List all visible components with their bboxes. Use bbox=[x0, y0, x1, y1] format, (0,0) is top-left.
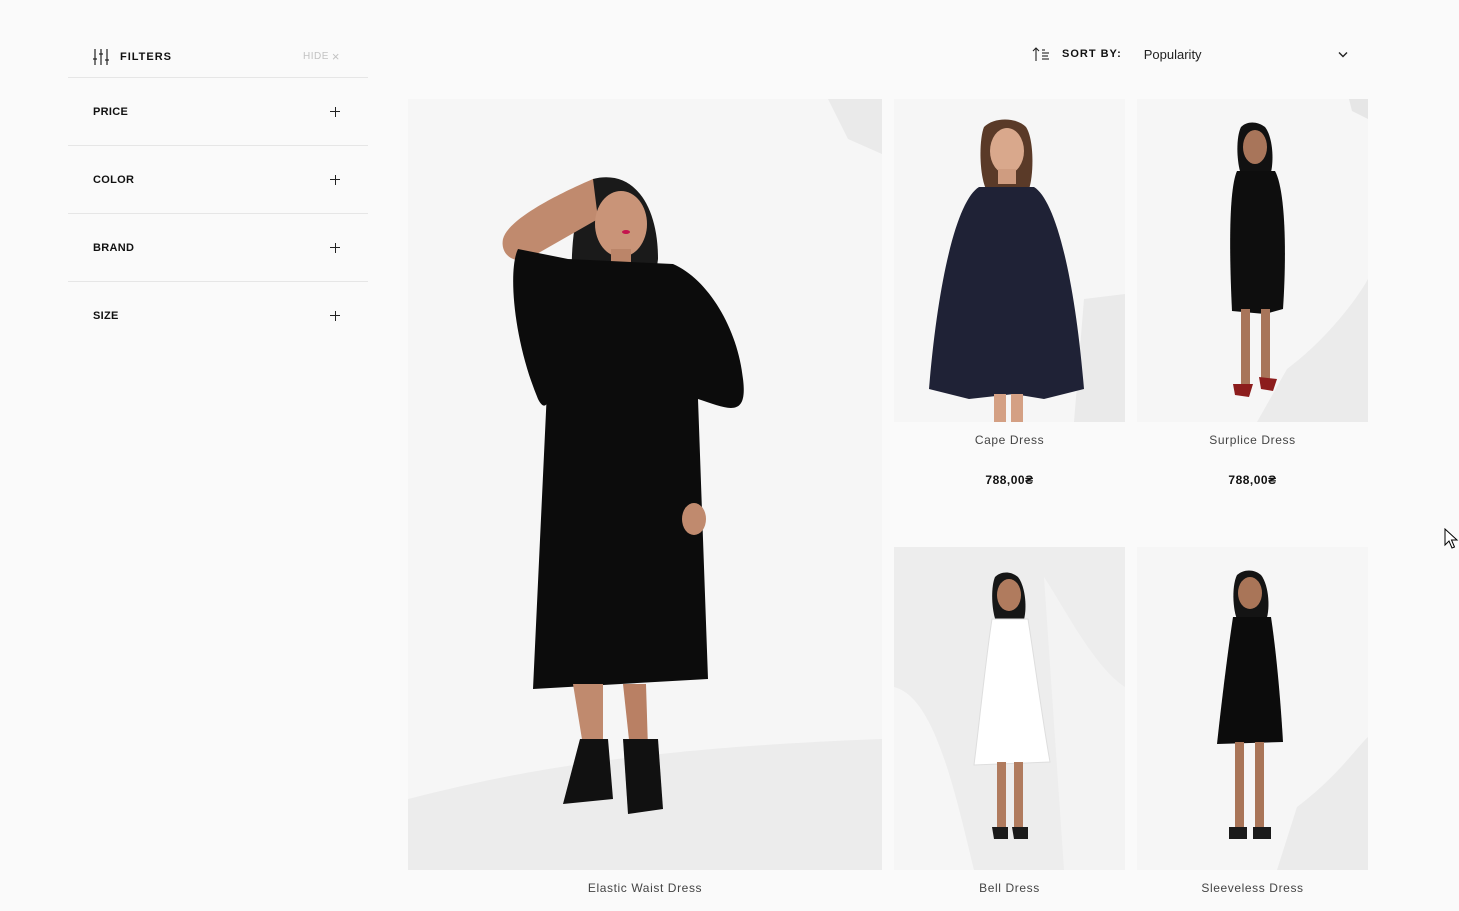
model-photo bbox=[894, 572, 1125, 870]
filter-label: BRAND bbox=[93, 241, 135, 254]
product-card[interactable]: Sleeveless Dress bbox=[1137, 547, 1368, 911]
filter-size[interactable]: SIZE bbox=[68, 282, 368, 349]
product-image[interactable] bbox=[1137, 547, 1368, 870]
sort-ascending-icon bbox=[1032, 47, 1049, 61]
product-price: 788,00₴ bbox=[985, 473, 1034, 487]
product-card[interactable]: Cape Dress 788,00₴ bbox=[894, 99, 1125, 499]
hide-label: HIDE bbox=[303, 51, 329, 62]
model-photo bbox=[929, 119, 1125, 422]
model-photo bbox=[1217, 570, 1368, 870]
filter-color[interactable]: COLOR bbox=[68, 146, 368, 214]
filters-icon bbox=[93, 48, 109, 65]
mouse-cursor-icon bbox=[1444, 528, 1459, 549]
product-card[interactable]: Elastic Waist Dress bbox=[408, 99, 882, 911]
plus-icon bbox=[330, 174, 340, 185]
product-name[interactable]: Cape Dress bbox=[894, 433, 1125, 447]
sort-dropdown[interactable]: Popularity bbox=[1144, 47, 1352, 62]
product-image[interactable] bbox=[894, 99, 1125, 422]
filter-label: SIZE bbox=[93, 309, 119, 322]
product-price: 788,00₴ bbox=[1228, 473, 1277, 487]
model-photo bbox=[408, 99, 882, 870]
product-card[interactable]: Bell Dress bbox=[894, 547, 1125, 911]
plus-icon bbox=[330, 310, 340, 321]
product-name[interactable]: Sleeveless Dress bbox=[1137, 881, 1368, 895]
filter-label: COLOR bbox=[93, 173, 135, 186]
filters-header: FILTERS HIDE × bbox=[68, 36, 368, 78]
chevron-down-icon bbox=[1338, 51, 1348, 57]
close-icon: × bbox=[331, 48, 340, 64]
product-name[interactable]: Surplice Dress bbox=[1137, 433, 1368, 447]
product-card[interactable]: Surplice Dress 788,00₴ bbox=[1137, 99, 1368, 499]
product-name[interactable]: Elastic Waist Dress bbox=[408, 881, 882, 895]
model-photo bbox=[1230, 99, 1368, 422]
sort-label: SORT BY: bbox=[1062, 48, 1122, 60]
sort-selected-value: Popularity bbox=[1143, 46, 1202, 62]
plus-icon bbox=[330, 106, 340, 117]
product-listing-page: FILTERS HIDE × PRICE COLOR BRAND SIZE SO… bbox=[0, 0, 1459, 911]
filter-label: PRICE bbox=[93, 105, 129, 118]
product-image[interactable] bbox=[408, 99, 882, 870]
filter-brand[interactable]: BRAND bbox=[68, 214, 368, 282]
plus-icon bbox=[330, 242, 340, 253]
product-image[interactable] bbox=[894, 547, 1125, 870]
hide-filters-button[interactable]: HIDE × bbox=[303, 48, 340, 64]
product-name[interactable]: Bell Dress bbox=[894, 881, 1125, 895]
sort-control: SORT BY: Popularity bbox=[1032, 42, 1352, 66]
filters-sidebar: FILTERS HIDE × PRICE COLOR BRAND SIZE bbox=[68, 36, 368, 349]
product-image[interactable] bbox=[1137, 99, 1368, 422]
filter-price[interactable]: PRICE bbox=[68, 78, 368, 146]
filters-title: FILTERS bbox=[120, 50, 173, 63]
